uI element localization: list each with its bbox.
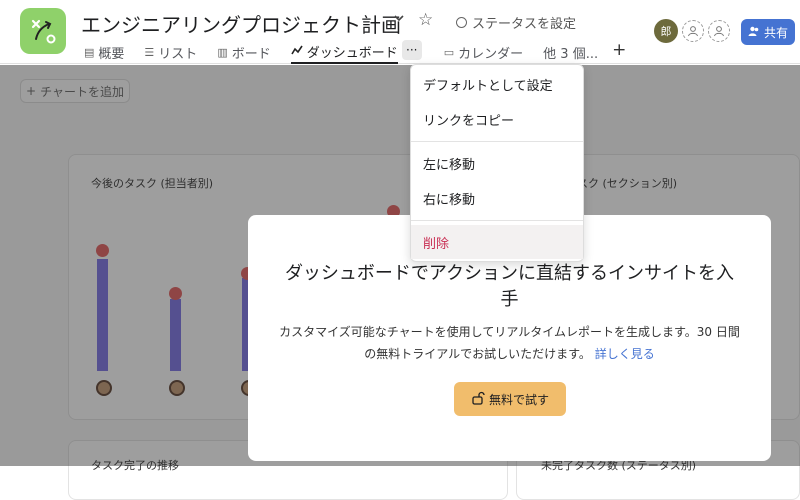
tab-label: 他 3 個... [543,46,599,62]
project-header: エンジニアリングプロジェクト計画 ☆ ステータスを設定 ▤ 概要 ☰ リスト ▥… [0,0,800,64]
set-status-label: ステータスを設定 [472,17,577,32]
modal-title: ダッシュボードでアクションに直結するインサイトを入手 [284,263,735,310]
modal-description: カスタマイズ可能なチャートを使用してリアルタイムレポートを生成します。30 日間… [278,321,741,365]
status-circle-icon [456,17,467,28]
tab-calendar[interactable]: ▭ カレンダー [444,40,523,64]
menu-item-move-left[interactable]: 左に移動 [411,146,583,180]
tab-dashboard[interactable]: ダッシュボード [290,40,398,64]
free-trial-label: 無料で試す [488,392,549,407]
star-icon[interactable]: ☆ [418,10,433,30]
menu-divider [411,220,583,221]
tab-label: 概要 [98,46,125,62]
set-status-button[interactable]: ステータスを設定 [456,13,576,32]
menu-item-set-default[interactable]: デフォルトとして設定 [411,67,583,101]
menu-divider [411,141,583,142]
calendar-icon: ▭ [443,45,455,59]
menu-item-move-right[interactable]: 右に移動 [411,181,583,215]
tab-more-options-icon[interactable]: ··· [401,40,422,60]
avatar[interactable]: 郎 [654,19,678,43]
chevron-down-icon[interactable] [393,12,405,28]
learn-more-link[interactable]: 詳しく見る [595,347,655,361]
share-label: 共有 [763,25,788,40]
tab-label: ダッシュボード [306,45,398,61]
unlock-icon [471,391,485,408]
project-tabs: ▤ 概要 ☰ リスト ▥ ボード ダッシュボード ··· ▭ カレンダー 他 3… [84,40,626,64]
overview-icon: ▤ [84,45,95,59]
tab-overview[interactable]: ▤ 概要 [84,40,124,64]
add-tab-icon[interactable]: + [612,40,626,60]
tab-list[interactable]: ☰ リスト [144,40,197,64]
tab-label: カレンダー [458,46,524,62]
tab-more-views[interactable]: 他 3 個... [543,40,598,64]
dashboard-tab-menu: デフォルトとして設定 リンクをコピー 左に移動 右に移動 削除 [410,64,584,262]
free-trial-button[interactable]: 無料で試す [454,382,566,416]
modal-description-text: カスタマイズ可能なチャートを使用してリアルタイムレポートを生成します。30 日間… [279,325,740,361]
project-title[interactable]: エンジニアリングプロジェクト計画 [81,9,401,38]
tab-board[interactable]: ▥ ボード [217,40,270,64]
tab-label: リスト [158,46,198,62]
dashboard-icon [291,44,303,59]
share-button[interactable]: 共有 [741,19,795,45]
empty-avatar-icon[interactable] [682,20,704,42]
empty-avatar-icon[interactable] [708,20,730,42]
menu-item-delete[interactable]: 削除 [411,225,583,259]
menu-item-copy-link[interactable]: リンクをコピー [411,102,583,136]
people-icon [748,25,760,40]
tab-label: ボード [231,46,271,62]
project-app-icon[interactable] [20,8,66,54]
board-icon: ▥ [217,45,228,59]
list-icon: ☰ [144,45,155,59]
